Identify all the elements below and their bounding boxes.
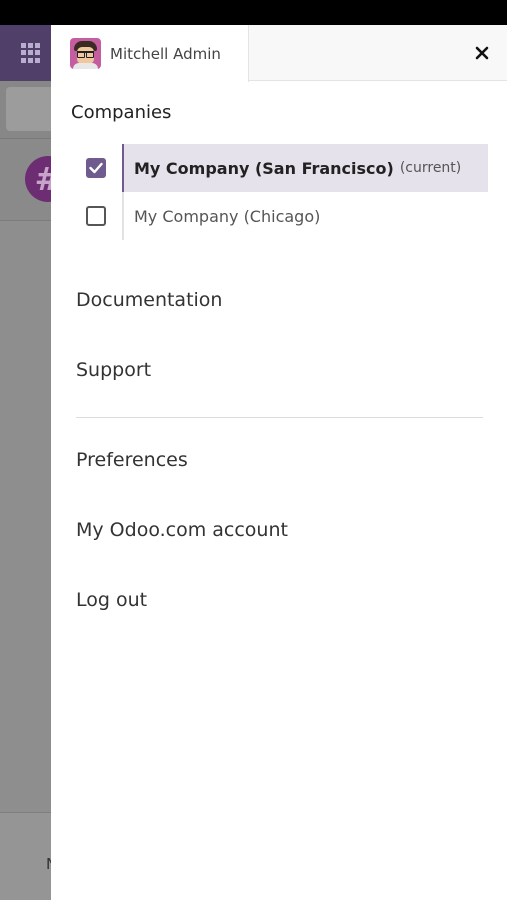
status-bar — [0, 0, 507, 25]
grid-icon[interactable] — [21, 43, 41, 63]
company-checkbox[interactable] — [86, 158, 106, 178]
menu-divider — [76, 417, 483, 418]
checkmark-icon — [89, 162, 103, 174]
bottom-bar: N — [0, 812, 51, 900]
companies-title: Companies — [71, 102, 172, 123]
support-link[interactable]: Support — [76, 359, 151, 381]
documentation-link[interactable]: Documentation — [76, 289, 222, 311]
company-label[interactable]: My Company (Chicago) — [122, 192, 488, 240]
company-name: My Company (San Francisco) — [134, 158, 394, 178]
control-button — [6, 87, 51, 131]
company-checkbox[interactable] — [86, 206, 106, 226]
channel-avatar: # — [25, 156, 51, 202]
control-panel — [0, 81, 51, 139]
close-icon[interactable] — [472, 43, 492, 63]
avatar — [70, 38, 101, 69]
background-app: # N — [0, 25, 51, 900]
company-list: My Company (San Francisco) (current) My … — [77, 144, 488, 240]
odoo-account-link[interactable]: My Odoo.com account — [76, 519, 288, 541]
company-item-san-francisco[interactable]: My Company (San Francisco) (current) — [77, 144, 488, 192]
logout-link[interactable]: Log out — [76, 589, 147, 611]
user-menu-drawer: Mitchell Admin Companies My Company (San… — [51, 25, 507, 900]
user-tab[interactable]: Mitchell Admin — [51, 25, 249, 82]
drawer-header: Mitchell Admin — [51, 25, 507, 82]
channel-header: # — [0, 139, 51, 221]
current-badge: (current) — [399, 160, 462, 176]
preferences-link[interactable]: Preferences — [76, 449, 188, 471]
company-label[interactable]: My Company (San Francisco) (current) — [122, 144, 488, 192]
app-navbar — [0, 25, 51, 81]
company-name: My Company (Chicago) — [134, 206, 321, 226]
user-name: Mitchell Admin — [110, 44, 221, 63]
company-item-chicago[interactable]: My Company (Chicago) — [77, 192, 488, 240]
